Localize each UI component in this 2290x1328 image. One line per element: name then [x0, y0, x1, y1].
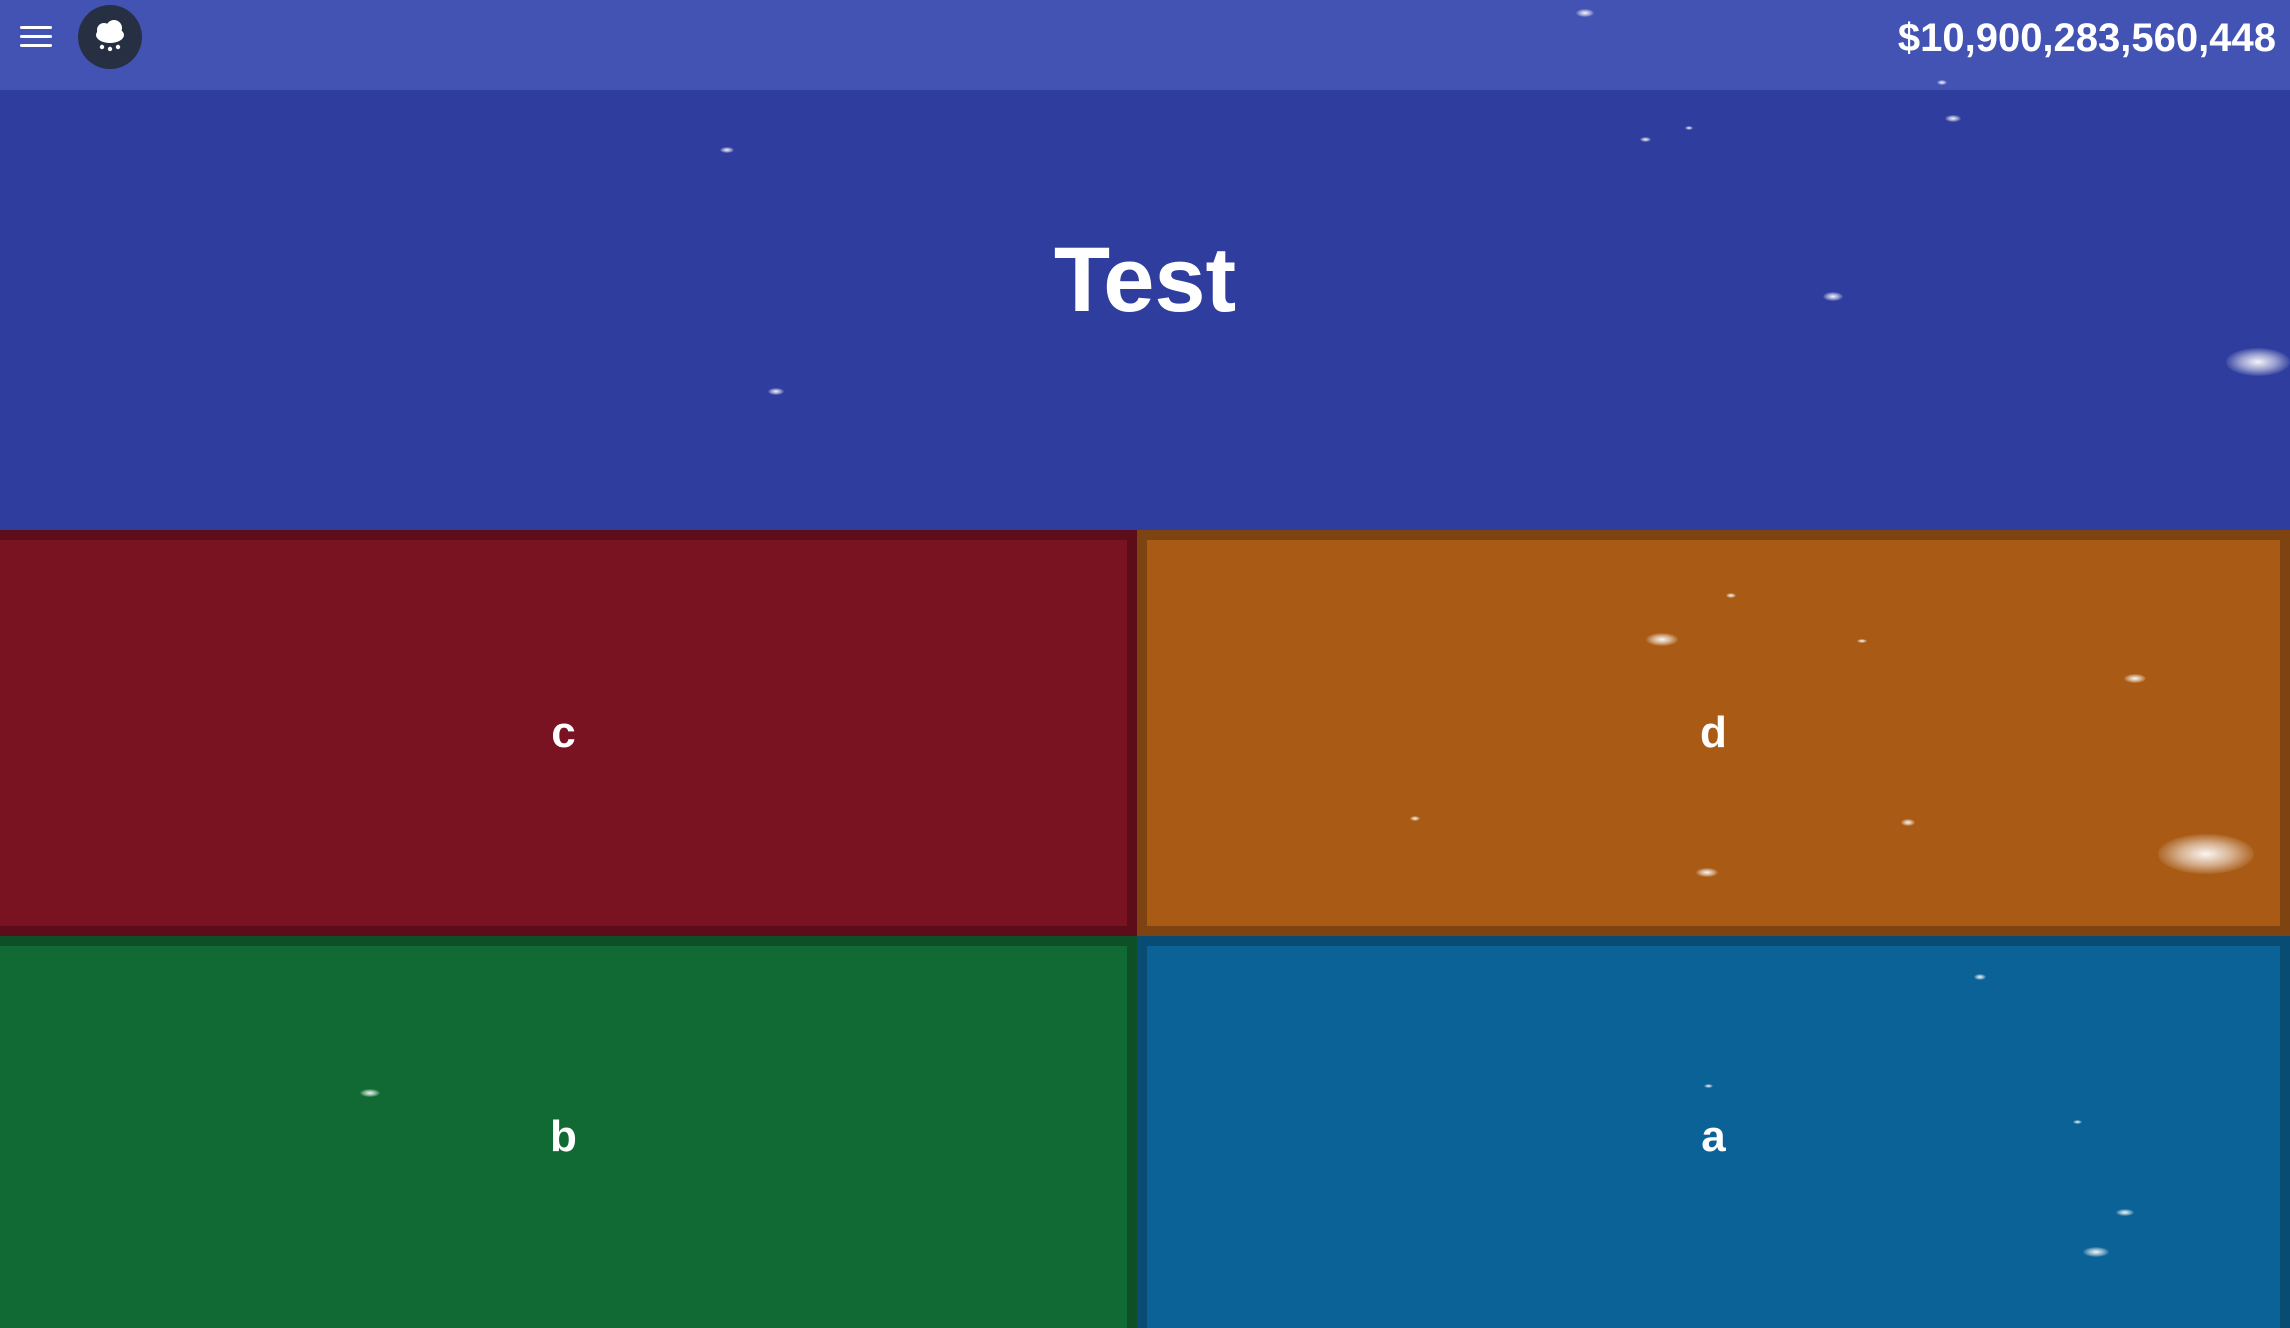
- answer-label: d: [1700, 708, 1727, 757]
- answer-option-d[interactable]: d: [1137, 530, 2290, 936]
- answer-grid: c d b a: [0, 530, 2290, 1328]
- answer-label: a: [1701, 1112, 1726, 1161]
- game-screen: $10,900,283,560,448 Test c d b a: [0, 0, 2290, 1328]
- answer-option-b[interactable]: b: [0, 936, 1137, 1328]
- answer-label: c: [551, 708, 576, 757]
- hamburger-menu-icon[interactable]: [18, 22, 56, 52]
- answer-option-a[interactable]: a: [1137, 936, 2290, 1328]
- question-panel: Test: [0, 90, 2290, 530]
- balance-counter: $10,900,283,560,448: [1897, 16, 2276, 60]
- question-text: Test: [1053, 229, 1237, 331]
- answer-label: b: [550, 1112, 577, 1161]
- answer-option-c[interactable]: c: [0, 530, 1137, 936]
